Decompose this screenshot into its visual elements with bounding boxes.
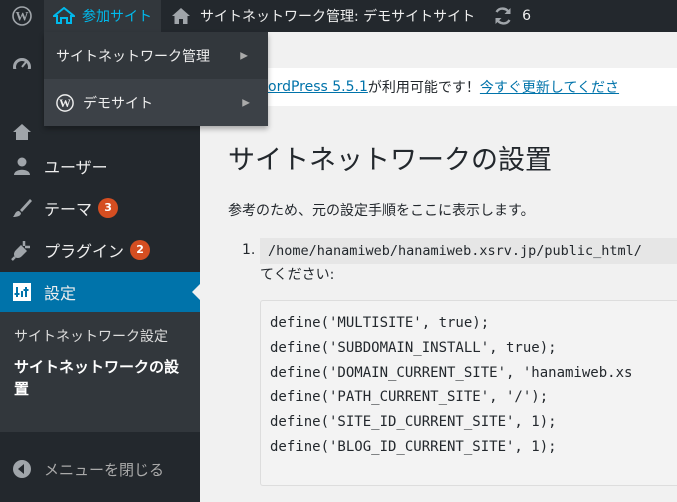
chevron-right-icon: ▶ xyxy=(242,97,250,108)
themes-update-badge: 3 xyxy=(98,198,119,218)
main-content: ordPress 5.5.1 が利用可能です！ 今すぐ更新してくださ サイトネッ… xyxy=(200,32,677,502)
plugin-icon xyxy=(0,239,44,261)
menu-item-plugins[interactable]: プラグイン 2 xyxy=(0,230,200,270)
chevron-right-icon: ▶ xyxy=(240,50,248,61)
submenu-network-settings[interactable]: サイトネットワーク設定 xyxy=(0,326,200,348)
collapse-menu-button[interactable]: メニューを閉じる xyxy=(0,452,200,486)
home-icon xyxy=(172,8,190,24)
collapse-menu-label: メニューを閉じる xyxy=(44,460,165,479)
updates-count: 6 xyxy=(522,8,532,24)
svg-text:W: W xyxy=(59,97,71,110)
dropdown-demo-site[interactable]: W デモサイト ▶ xyxy=(44,79,268,126)
wordpress-site-icon: W xyxy=(56,93,74,112)
menu-item-users[interactable]: ユーザー xyxy=(0,146,200,186)
my-sites-dropdown: サイトネットワーク管理 ▶ W デモサイト ▶ xyxy=(44,32,268,126)
update-notice-text: が利用可能です！ xyxy=(367,80,480,96)
code-line: define('PATH_CURRENT_SITE', '/'); xyxy=(270,389,549,406)
update-now-link[interactable]: 今すぐ更新してくださ xyxy=(480,77,619,97)
menu-item-settings[interactable]: 設定 xyxy=(0,272,200,312)
plugins-update-badge: 2 xyxy=(130,240,151,260)
code-line: define('DOMAIN_CURRENT_SITE', 'hanamiweb… xyxy=(270,364,633,381)
dropdown-demo-site-label: デモサイト xyxy=(83,95,153,112)
menu-label-users: ユーザー xyxy=(44,158,108,177)
wordpress-logo-icon[interactable]: W xyxy=(0,0,44,32)
menu-label-plugins: プラグイン xyxy=(44,242,125,261)
submenu-network-setup[interactable]: サイトネットワークの設置 xyxy=(0,356,200,400)
dropdown-network-admin[interactable]: サイトネットワーク管理 ▶ xyxy=(44,32,268,79)
site-name-label: サイトネットワーク管理: デモサイトサイト xyxy=(200,9,476,25)
dashboard-icon xyxy=(0,55,44,77)
dropdown-network-admin-label: サイトネットワーク管理 xyxy=(56,48,210,65)
code-line: define('SUBDOMAIN_INSTALL', true); xyxy=(270,339,557,356)
menu-label-themes: テーマ xyxy=(44,200,93,219)
my-sites-label: 参加サイト xyxy=(82,9,152,25)
menu-label-settings: 設定 xyxy=(44,284,77,303)
settings-submenu: サイトネットワーク設定 サイトネットワークの設置 xyxy=(0,312,200,432)
code-line: define('BLOG_ID_CURRENT_SITE', 1); xyxy=(270,438,557,455)
paintbrush-icon xyxy=(0,197,44,219)
my-sites-menu[interactable]: 参加サイト xyxy=(44,0,161,32)
step-instruction-text: てください: xyxy=(260,267,335,283)
sites-icon xyxy=(0,122,44,142)
code-line: define('SITE_ID_CURRENT_SITE', 1); xyxy=(270,414,557,431)
updates-menu[interactable]: 6 xyxy=(485,0,539,32)
site-name-menu[interactable]: サイトネットワーク管理: デモサイトサイト xyxy=(161,0,485,32)
admin-bar: W 参加サイト サイトネットワーク管理: デモサイトサイト 6 xyxy=(0,0,677,32)
update-notice: ordPress 5.5.1 が利用可能です！ 今すぐ更新してくださ xyxy=(210,68,677,106)
refresh-icon xyxy=(495,7,511,25)
home-network-icon xyxy=(53,7,75,24)
menu-item-themes[interactable]: テーマ 3 xyxy=(0,188,200,228)
intro-text: 参考のため、元の設定手順をここに表示します。 xyxy=(228,203,535,219)
user-icon xyxy=(0,156,44,176)
wp-config-code-block[interactable]: define('MULTISITE', true); define('SUBDO… xyxy=(260,300,677,486)
config-path-code: /home/hanamiweb/hanamiweb.xsrv.jp/public… xyxy=(260,238,677,264)
page-title: サイトネットワークの設置 xyxy=(228,145,552,176)
code-line: define('MULTISITE', true); xyxy=(270,315,490,331)
settings-icon xyxy=(0,282,44,302)
svg-text:W: W xyxy=(16,9,29,24)
collapse-arrow-icon xyxy=(0,459,44,479)
step-number: 1. xyxy=(242,242,256,258)
